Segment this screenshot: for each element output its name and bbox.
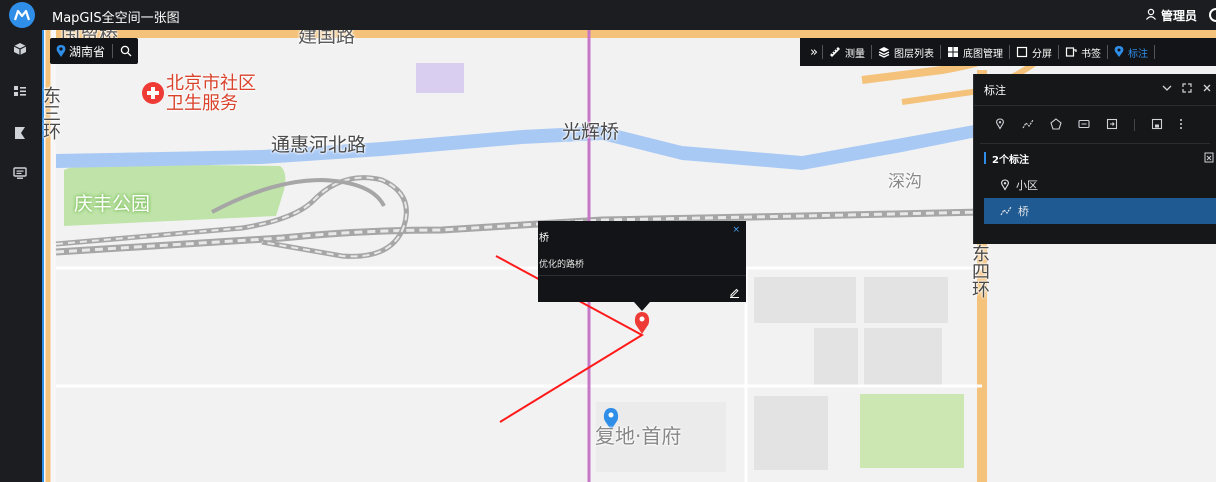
- edit-icon[interactable]: [729, 283, 740, 302]
- point-marker-icon[interactable]: [994, 115, 1006, 134]
- annotation-tools: [980, 106, 1210, 144]
- polygon-icon[interactable]: [1050, 115, 1062, 134]
- user-name: 管理员: [1160, 8, 1197, 23]
- separator: [1134, 118, 1135, 131]
- tool-measure-label: 测量: [844, 48, 865, 60]
- popup-title: 桥: [539, 233, 549, 244]
- split-screen-icon: [1016, 46, 1028, 58]
- region-selector[interactable]: 湖南省: [50, 38, 139, 64]
- user-menu[interactable]: 管理员: [1145, 7, 1216, 23]
- popup-description: 优化的路桥: [539, 260, 585, 270]
- panel-title: 标注: [984, 83, 1006, 97]
- divider: [538, 275, 746, 276]
- map-label-shengou: 深沟: [888, 172, 922, 192]
- annotation-item-label: 桥: [1018, 205, 1029, 218]
- user-icon: [1145, 8, 1157, 23]
- top-bar: MapGIS全空间一张图 管理员: [0, 0, 1216, 30]
- separator: [112, 44, 114, 58]
- tool-annotation[interactable]: 标注: [1108, 38, 1154, 66]
- clear-icon[interactable]: [1204, 152, 1214, 166]
- map-building-block: [864, 328, 942, 386]
- map-marker-red: [634, 312, 650, 334]
- annotation-item-label: 小区: [1016, 179, 1038, 192]
- close-icon[interactable]: [1202, 83, 1212, 96]
- map-label-guanghui-bridge: 光辉桥: [562, 121, 620, 143]
- map-label-jianguo-road: 建国路: [298, 30, 356, 47]
- marker-icon: [1114, 46, 1124, 58]
- settings-circle-icon[interactable]: [1209, 8, 1216, 22]
- search-icon[interactable]: [120, 45, 132, 57]
- mapgis-logo-icon: [9, 2, 35, 28]
- cube-icon[interactable]: [11, 40, 29, 58]
- map-label-health-service: 卫生服务: [166, 93, 238, 114]
- map-building-block: [754, 277, 856, 323]
- panel-header: 标注: [974, 74, 1216, 106]
- tool-basemap[interactable]: 底图管理: [941, 38, 1009, 66]
- tool-split-screen[interactable]: 分屏: [1010, 38, 1058, 66]
- layers-list-icon[interactable]: [11, 82, 29, 100]
- map-label-tonghui-north: 通惠河北路: [271, 134, 367, 156]
- tool-basemap-label: 底图管理: [962, 48, 1003, 60]
- location-icon: [56, 44, 66, 58]
- app-window: MapGIS全空间一张图 管理员 建国路 北京市社区 卫生服务 东三环 通惠河北…: [0, 0, 1216, 482]
- tool-bookmark-label: 书签: [1080, 48, 1101, 60]
- annotation-count: 2个标注: [992, 154, 1029, 166]
- map-label-east3: 东三环: [42, 86, 61, 140]
- accent-bar: [984, 152, 986, 164]
- bookmark-icon: [1065, 46, 1077, 58]
- grid-icon: [947, 46, 959, 58]
- import-icon[interactable]: [1106, 115, 1118, 134]
- map-label-east4: 东四环: [969, 244, 990, 298]
- tool-layer-list-label: 图层列表: [893, 48, 934, 60]
- map-building-block: [754, 396, 828, 470]
- ruler-icon: [829, 46, 841, 58]
- chevron-double-right-icon: »: [810, 44, 818, 60]
- popup-pointer: [634, 302, 650, 311]
- chevron-down-icon[interactable]: [1162, 83, 1172, 96]
- collapse-toolbar-button[interactable]: »: [806, 38, 822, 66]
- polyline-icon[interactable]: [1022, 115, 1034, 134]
- left-sidebar: [0, 30, 42, 482]
- expand-icon[interactable]: [1182, 83, 1192, 96]
- tool-split-screen-label: 分屏: [1031, 48, 1052, 60]
- region-name: 湖南省: [69, 44, 106, 59]
- map-building-block: [864, 277, 948, 323]
- tool-bookmark[interactable]: 书签: [1059, 38, 1107, 66]
- tool-annotation-label: 标注: [1127, 48, 1148, 60]
- flag-icon[interactable]: [11, 124, 29, 142]
- annotation-panel: 标注 2个标注 小区 桥: [973, 74, 1216, 244]
- annotation-item-xiaoqu[interactable]: 小区: [984, 172, 1216, 198]
- map-label-qingfeng-park: 庆丰公园: [74, 193, 151, 215]
- map-building-block: [814, 328, 858, 386]
- save-icon[interactable]: [1151, 115, 1163, 134]
- polyline-icon: [1000, 206, 1012, 216]
- monitor-icon[interactable]: [11, 164, 29, 182]
- more-icon[interactable]: [1179, 115, 1183, 134]
- app-title: MapGIS全空间一张图: [52, 11, 180, 26]
- separator: [1153, 45, 1155, 59]
- map-park-block: [860, 394, 964, 468]
- tool-layer-list[interactable]: 图层列表: [872, 38, 940, 66]
- map-toolbar: » 测量 图层列表 底图管理 分屏 书签 标注: [800, 38, 1216, 66]
- annotation-popup: 桥 × 优化的路桥: [538, 221, 746, 311]
- map-label-fudi-shoufu: 复地·首府: [595, 424, 682, 448]
- map-building-block: [416, 63, 464, 93]
- layers-icon: [878, 46, 890, 58]
- text-box-icon[interactable]: [1078, 115, 1090, 134]
- popup-close-icon[interactable]: ×: [732, 225, 740, 235]
- annotation-item-bridge[interactable]: 桥: [984, 198, 1216, 224]
- hospital-icon: [142, 82, 164, 104]
- tool-measure[interactable]: 测量: [823, 38, 871, 66]
- annotation-count-row: 2个标注: [974, 144, 1216, 172]
- location-outline-icon: [1000, 179, 1010, 191]
